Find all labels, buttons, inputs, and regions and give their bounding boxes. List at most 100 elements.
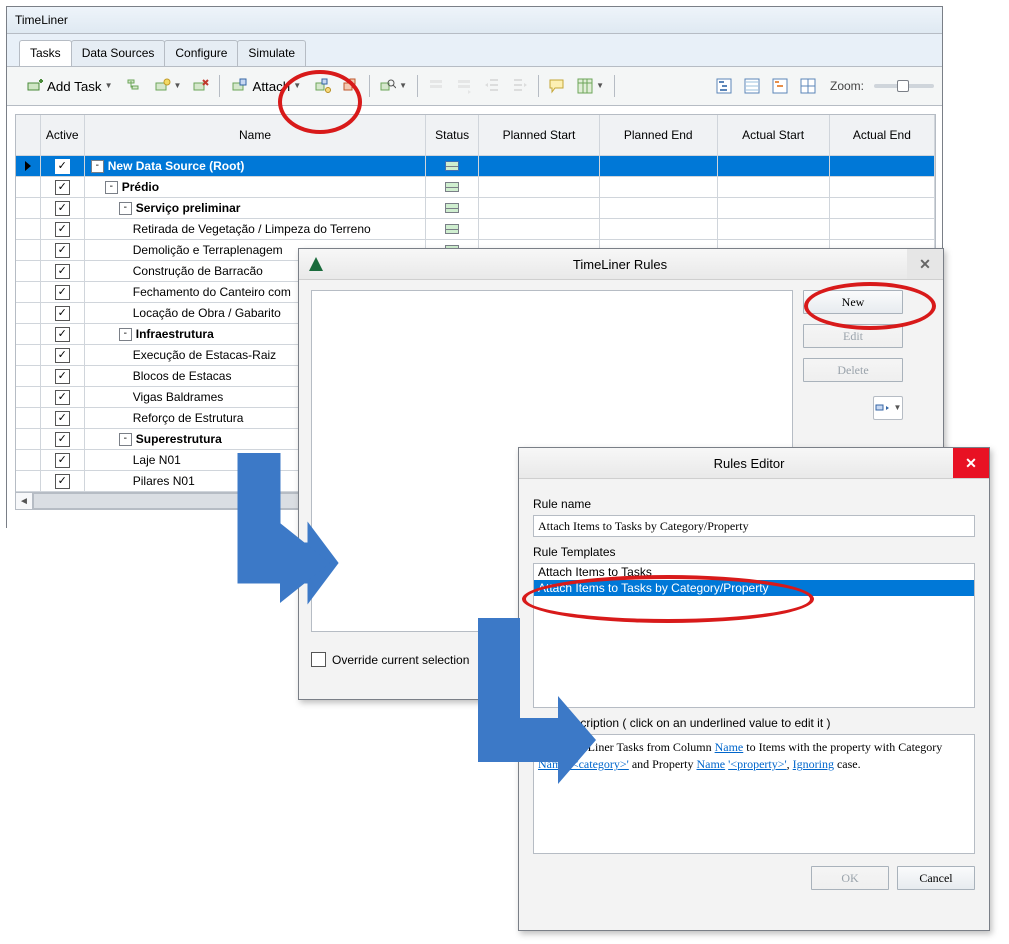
active-checkbox[interactable] [55,264,70,279]
col-actual-end[interactable]: Actual End [830,115,935,155]
gantt-view-4-button[interactable] [795,74,821,98]
desc-link-ignoring[interactable]: Ignoring [793,757,834,771]
scroll-left-icon[interactable]: ◄ [16,493,33,509]
move-down-button[interactable] [451,74,477,98]
active-checkbox[interactable] [55,159,70,174]
override-selection-label: Override current selection [332,653,469,667]
active-checkbox[interactable] [55,327,70,342]
desc-link-category[interactable]: '<category>' [570,757,629,771]
gantt-view-1-button[interactable] [711,74,737,98]
task-name: Prédio [122,180,159,194]
col-name[interactable]: Name [85,115,427,155]
zoom-slider[interactable] [874,84,934,88]
cancel-button[interactable]: Cancel [897,866,975,890]
find-items-button[interactable]: ▼ [375,74,412,98]
task-name: Fechamento do Canteiro com [133,285,291,299]
status-icon [445,182,459,192]
rules-titlebar[interactable]: TimeLiner Rules ✕ [299,249,943,280]
rule-templates-label: Rule Templates [533,545,975,559]
attach-button[interactable]: Attach ▼ [225,74,308,98]
col-active[interactable]: Active [41,115,85,155]
table-row[interactable]: -Prédio [16,177,935,198]
add-task-icon [27,78,43,94]
tab-configure[interactable]: Configure [164,40,238,66]
active-checkbox[interactable] [55,285,70,300]
clear-attachment-button[interactable] [338,74,364,98]
add-task-button[interactable]: Add Task ▼ [20,74,120,98]
status-icon [445,161,459,171]
add-comment-button[interactable] [544,74,570,98]
rule-templates-list[interactable]: Attach Items to Tasks Attach Items to Ta… [533,563,975,708]
gantt-view-2-button[interactable] [739,74,765,98]
edit-button[interactable]: Edit [803,324,903,348]
rule-description-box: Map TimeLiner Tasks from Column Name to … [533,734,975,854]
col-planned-start[interactable]: Planned Start [479,115,600,155]
active-checkbox[interactable] [55,348,70,363]
rule-description-label: Rule description ( click on an underline… [533,716,975,730]
tree-toggle-icon[interactable]: - [91,160,104,173]
table-row[interactable]: -New Data Source (Root) [16,156,935,177]
tab-data-sources[interactable]: Data Sources [71,40,166,66]
tree-toggle-icon[interactable]: - [119,433,132,446]
task-name: Reforço de Estrutura [133,411,244,425]
tree-toggle-icon[interactable]: - [119,328,132,341]
rules-editor-titlebar[interactable]: Rules Editor ✕ [519,448,989,479]
override-selection-checkbox[interactable] [311,652,326,667]
new-button[interactable]: New [803,290,903,314]
indent-button[interactable] [507,74,533,98]
active-checkbox[interactable] [55,390,70,405]
auto-attach-using-rules-button[interactable] [310,74,336,98]
task-name: Vigas Baldrames [133,390,224,404]
columns-button[interactable]: ▼ [572,74,609,98]
close-icon[interactable]: ✕ [907,249,943,279]
tree-toggle-icon[interactable]: - [119,202,132,215]
rules-options-button[interactable]: ▼ [873,396,903,420]
ok-button[interactable]: OK [811,866,889,890]
list-item[interactable]: Attach Items to Tasks [534,564,974,580]
desc-link-property[interactable]: '<property>' [728,757,787,771]
outdent-button[interactable] [479,74,505,98]
active-checkbox[interactable] [55,306,70,321]
delete-button[interactable]: Delete [803,358,903,382]
task-name: Locação de Obra / Gabarito [133,306,281,320]
task-name: Construção de Barracão [133,264,263,278]
task-insert-button[interactable]: ▼ [150,74,187,98]
active-checkbox[interactable] [55,243,70,258]
task-delete-button[interactable] [188,74,214,98]
table-row[interactable]: Retirada de Vegetação / Limpeza do Terre… [16,219,935,240]
task-indent-button[interactable] [122,74,148,98]
task-name: Superestrutura [136,432,222,446]
rule-name-label: Rule name [533,497,975,511]
tree-toggle-icon[interactable]: - [105,181,118,194]
toolbar: Add Task ▼ ▼ Attach ▼ ▼ ▼ [7,67,942,106]
col-planned-end[interactable]: Planned End [600,115,718,155]
gear-icon [875,400,891,416]
list-item[interactable]: Attach Items to Tasks by Category/Proper… [534,580,974,596]
col-status[interactable]: Status [426,115,479,155]
rule-name-input[interactable] [533,515,975,537]
close-icon[interactable]: ✕ [953,448,989,478]
desc-link-name1[interactable]: Name [715,740,744,754]
rules-editor-dialog: Rules Editor ✕ Rule name Rule Templates … [518,447,990,931]
col-actual-start[interactable]: Actual Start [718,115,830,155]
active-checkbox[interactable] [55,222,70,237]
tab-tasks[interactable]: Tasks [19,40,72,66]
active-checkbox[interactable] [55,432,70,447]
task-name: Execução de Estacas-Raiz [133,348,276,362]
active-checkbox[interactable] [55,369,70,384]
titlebar[interactable]: TimeLiner [7,7,942,34]
desc-link-name2[interactable]: Name [538,757,567,771]
tab-simulate[interactable]: Simulate [237,40,306,66]
active-checkbox[interactable] [55,201,70,216]
active-checkbox[interactable] [55,180,70,195]
task-name: Pilares N01 [133,474,195,488]
move-up-button[interactable] [423,74,449,98]
active-checkbox[interactable] [55,474,70,489]
window-title: TimeLiner [15,13,68,27]
gantt-view-3-button[interactable] [767,74,793,98]
active-checkbox[interactable] [55,411,70,426]
active-checkbox[interactable] [55,453,70,468]
table-row[interactable]: -Serviço preliminar [16,198,935,219]
desc-link-name3[interactable]: Name [696,757,725,771]
task-grid-header: Active Name Status Planned Start Planned… [16,115,935,156]
